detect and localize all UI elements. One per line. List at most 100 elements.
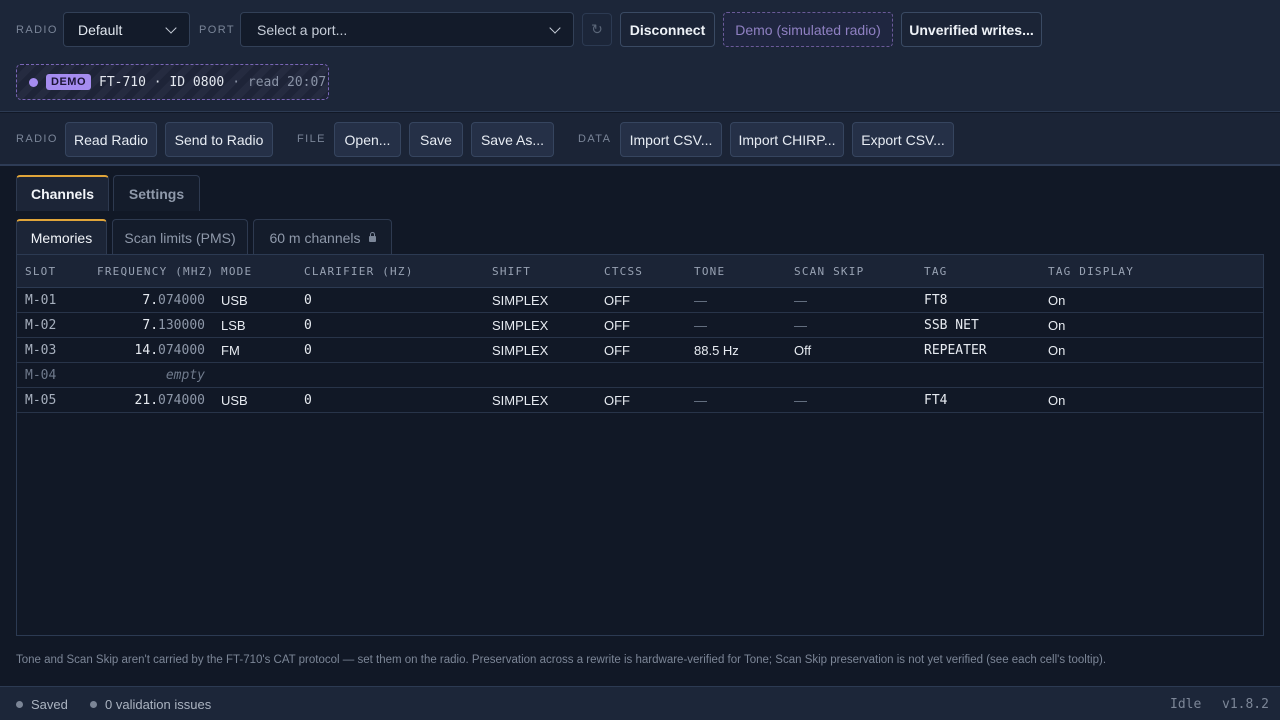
- mode-cell[interactable]: FM: [221, 343, 240, 358]
- shift-cell[interactable]: SIMPLEX: [492, 343, 548, 358]
- import-chirp-button[interactable]: Import CHIRP...: [730, 122, 844, 157]
- scan-skip-cell[interactable]: —: [794, 318, 807, 333]
- status-dot-icon: [29, 77, 38, 87]
- table-row[interactable]: M-02 7.130000 LSB 0 SIMPLEX OFF — — SSB …: [17, 313, 1263, 338]
- tag-cell[interactable]: FT8: [924, 293, 947, 308]
- demo-button[interactable]: Demo (simulated radio): [723, 12, 893, 47]
- tab-settings[interactable]: Settings: [113, 175, 200, 211]
- col-frequency[interactable]: FREQUENCY (MHZ): [97, 265, 214, 278]
- chevron-down-icon: [549, 21, 561, 34]
- toolbar-data-label: DATA: [578, 133, 612, 145]
- shift-cell[interactable]: SIMPLEX: [492, 293, 548, 308]
- clarifier-cell[interactable]: 0: [304, 393, 312, 408]
- clarifier-cell[interactable]: 0: [304, 293, 312, 308]
- port-select[interactable]: Select a port...: [240, 12, 574, 47]
- col-slot[interactable]: SLOT: [25, 265, 56, 278]
- tab-channels[interactable]: Channels: [16, 175, 109, 211]
- col-scan-skip[interactable]: SCAN SKIP: [794, 265, 864, 278]
- ctcss-cell[interactable]: OFF: [604, 343, 630, 358]
- shift-cell[interactable]: SIMPLEX: [492, 393, 548, 408]
- tone-cell[interactable]: —: [694, 393, 707, 408]
- clarifier-cell[interactable]: 0: [304, 343, 312, 358]
- import-csv-button[interactable]: Import CSV...: [620, 122, 722, 157]
- clarifier-cell[interactable]: 0: [304, 318, 312, 333]
- tag-display-cell[interactable]: On: [1048, 393, 1065, 408]
- tag-cell[interactable]: SSB NET: [924, 318, 979, 333]
- read-radio-button[interactable]: Read Radio: [65, 122, 157, 157]
- toolbar-radio-label: RADIO: [16, 133, 58, 145]
- table-row[interactable]: M-05 21.074000 USB 0 SIMPLEX OFF — — FT4…: [17, 388, 1263, 413]
- demo-badge: DEMO: [46, 74, 91, 90]
- tag-display-cell[interactable]: On: [1048, 293, 1065, 308]
- frequency-cell[interactable]: 21.074000: [95, 393, 205, 408]
- table-row[interactable]: M-04 empty: [17, 363, 1263, 388]
- port-label: PORT: [199, 24, 235, 36]
- refresh-ports-button[interactable]: ↻: [582, 13, 612, 46]
- read-time: · read 20:07: [232, 74, 327, 90]
- open-button[interactable]: Open...: [334, 122, 401, 157]
- frequency-cell[interactable]: 7.074000: [95, 293, 205, 308]
- send-to-radio-button[interactable]: Send to Radio: [165, 122, 273, 157]
- validation-status[interactable]: 0 validation issues: [105, 697, 211, 712]
- subtab-60m-label: 60 m channels: [269, 229, 361, 246]
- col-tone[interactable]: TONE: [694, 265, 725, 278]
- radio-select[interactable]: Default: [63, 12, 190, 47]
- col-tag-display[interactable]: TAG DISPLAY: [1048, 265, 1134, 278]
- empty-slot-label: empty: [165, 368, 205, 383]
- connection-bar: RADIO Default PORT Select a port... ↻ Di…: [0, 0, 1280, 112]
- disconnect-button[interactable]: Disconnect: [620, 12, 715, 47]
- freq-frac: 074000: [158, 393, 205, 408]
- ctcss-cell[interactable]: OFF: [604, 293, 630, 308]
- tone-cell[interactable]: 88.5 Hz: [694, 343, 739, 358]
- scan-skip-cell[interactable]: —: [794, 293, 807, 308]
- radio-model-id: FT-710 · ID 0800: [99, 74, 225, 90]
- scan-skip-cell[interactable]: Off: [794, 343, 811, 358]
- table-row[interactable]: M-03 14.074000 FM 0 SIMPLEX OFF 88.5 Hz …: [17, 338, 1263, 363]
- unverified-writes-button[interactable]: Unverified writes...: [901, 12, 1042, 47]
- save-as-button[interactable]: Save As...: [471, 122, 554, 157]
- mode-cell[interactable]: LSB: [221, 318, 246, 333]
- mode-cell[interactable]: USB: [221, 293, 248, 308]
- tag-display-cell[interactable]: On: [1048, 318, 1065, 333]
- slot-cell: M-03: [25, 343, 57, 358]
- memories-table: SLOT FREQUENCY (MHZ) MODE CLARIFIER (HZ)…: [16, 254, 1264, 636]
- slot-cell: M-05: [25, 393, 57, 408]
- mode-cell[interactable]: USB: [221, 393, 248, 408]
- export-csv-button[interactable]: Export CSV...: [852, 122, 954, 157]
- saved-status-dot-icon: [16, 701, 23, 708]
- tone-cell[interactable]: —: [694, 318, 707, 333]
- validation-status-dot-icon: [90, 701, 97, 708]
- freq-frac: 130000: [158, 318, 205, 333]
- subtab-scan-limits[interactable]: Scan limits (PMS): [112, 219, 248, 255]
- freq-int: 7.: [142, 318, 159, 333]
- tag-cell[interactable]: REPEATER: [924, 343, 987, 358]
- col-tag[interactable]: TAG: [924, 265, 947, 278]
- shift-cell[interactable]: SIMPLEX: [492, 318, 548, 333]
- refresh-icon: ↻: [591, 21, 603, 37]
- scan-skip-cell[interactable]: —: [794, 393, 807, 408]
- frequency-cell[interactable]: 7.130000: [95, 318, 205, 333]
- lock-icon: [368, 231, 376, 242]
- subtab-memories[interactable]: Memories: [16, 219, 107, 255]
- status-bar: Saved 0 validation issues Idle v1.8.2: [0, 686, 1280, 720]
- slot-cell: M-02: [25, 318, 57, 333]
- ctcss-cell[interactable]: OFF: [604, 318, 630, 333]
- save-button[interactable]: Save: [409, 122, 463, 157]
- col-mode[interactable]: MODE: [221, 265, 252, 278]
- protocol-note: Tone and Scan Skip aren't carried by the…: [16, 654, 1107, 666]
- col-clarifier[interactable]: CLARIFIER (HZ): [304, 265, 414, 278]
- tone-cell[interactable]: —: [694, 293, 707, 308]
- subtab-60m-channels[interactable]: 60 m channels: [253, 219, 392, 255]
- frequency-cell[interactable]: 14.074000: [95, 343, 205, 358]
- tag-display-cell[interactable]: On: [1048, 343, 1065, 358]
- slot-cell: M-04: [25, 368, 57, 383]
- col-shift[interactable]: SHIFT: [492, 265, 531, 278]
- freq-frac: 074000: [158, 343, 205, 358]
- ctcss-cell[interactable]: OFF: [604, 393, 630, 408]
- col-ctcss[interactable]: CTCSS: [604, 265, 643, 278]
- table-row[interactable]: M-01 7.074000 USB 0 SIMPLEX OFF — — FT8 …: [17, 288, 1263, 313]
- radio-label: RADIO: [16, 24, 58, 36]
- tag-cell[interactable]: FT4: [924, 393, 947, 408]
- port-select-placeholder: Select a port...: [257, 21, 348, 38]
- radio-select-value: Default: [78, 21, 123, 38]
